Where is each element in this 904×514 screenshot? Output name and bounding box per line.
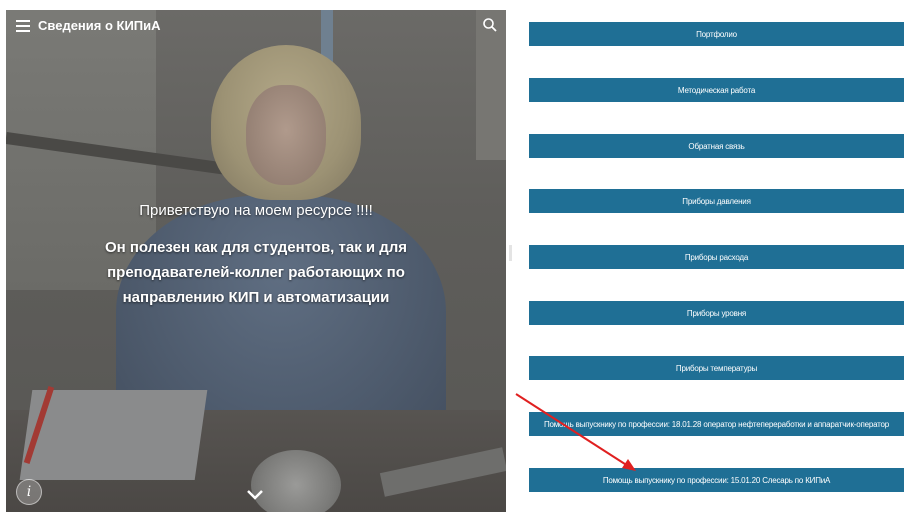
hero-banner: Сведения о КИПиА Приветствую на моем рес… xyxy=(6,10,506,512)
welcome-description-text: Он полезен как для студентов, так и для … xyxy=(104,239,408,306)
chevron-down-icon[interactable] xyxy=(246,488,264,502)
welcome-greeting: Приветствую на моем ресурсе !!!! xyxy=(139,202,373,219)
welcome-description: Он полезен как для студентов, так и для … xyxy=(6,235,506,310)
site-title[interactable]: Сведения о КИПиА xyxy=(38,18,161,33)
person-face xyxy=(246,85,326,185)
pressure-gauge xyxy=(251,450,341,512)
search-icon[interactable] xyxy=(482,17,498,33)
nav-button-level-instruments[interactable]: Приборы уровня xyxy=(529,301,904,325)
nav-button-pressure-instruments[interactable]: Приборы давления xyxy=(529,189,904,213)
top-bar: Сведения о КИПиА xyxy=(6,10,506,46)
nav-button-temperature-instruments[interactable]: Приборы температуры xyxy=(529,356,904,380)
hamburger-menu-icon[interactable] xyxy=(16,20,30,34)
panel-splitter[interactable] xyxy=(509,245,512,261)
nav-button-graduate-help-18-01-28[interactable]: Помощь выпускнику по профессии: 18.01.28… xyxy=(529,412,904,436)
nav-button-graduate-help-15-01-20[interactable]: Помощь выпускнику по профессии: 15.01.20… xyxy=(529,468,904,492)
info-icon[interactable]: i xyxy=(16,479,42,505)
nav-button-feedback[interactable]: Обратная связь xyxy=(529,134,904,158)
nav-button-methodical-work[interactable]: Методическая работа xyxy=(529,78,904,102)
nav-button-portfolio[interactable]: Портфолио xyxy=(529,22,904,46)
nav-button-flow-instruments[interactable]: Приборы расхода xyxy=(529,245,904,269)
